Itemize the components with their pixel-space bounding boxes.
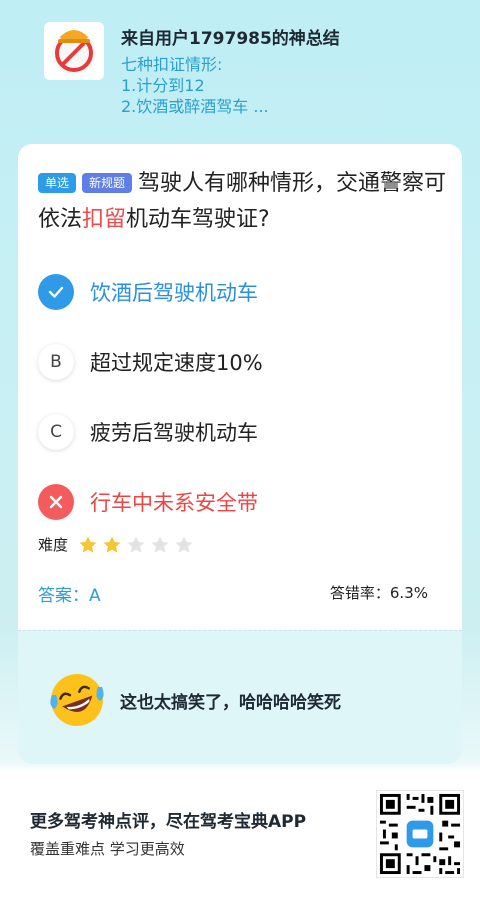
app-promo-footer: 更多驾考神点评，尽在驾考宝典APP 覆盖重难点 学习更高效 [0,780,480,897]
laughing-emoji-icon [50,674,104,726]
error-rate: 答错率：6.3% [330,582,428,603]
option-d-text: 行车中未系安全带 [90,491,258,515]
star-empty-icon [151,536,169,553]
question-text-end: 机动车驾驶证? [126,207,270,232]
summary-text: 七种扣证情形: 1.计分到12 2.饮酒或醉酒驾车 ... [121,54,461,117]
option-a-text: 饮酒后驾驶机动车 [90,281,258,305]
question-highlight: 扣留 [82,207,127,232]
option-a[interactable]: 饮酒后驾驶机动车 [38,272,258,312]
option-c[interactable]: C 疲劳后驾驶机动车 [38,412,258,452]
qr-code-icon [377,791,463,877]
option-c-letter: C [38,414,74,450]
option-c-text: 疲劳后驾驶机动车 [90,421,258,445]
avatar[interactable] [44,22,104,80]
star-icon [79,536,97,553]
option-d[interactable]: 行车中未系安全带 [38,482,258,522]
option-b[interactable]: B 超过规定速度10% [38,342,263,382]
new-rule-tag: 新规题 [82,173,133,193]
option-b-letter: B [38,344,74,380]
summary-line: 七种扣证情形: [121,55,223,74]
comment-text: 这也太搞笑了，哈哈哈哈笑死 [120,693,341,713]
promo-subtitle: 覆盖重难点 学习更高效 [30,840,185,858]
answer-label: 答案：A [38,586,101,606]
question-card: 单选 新规题 驾驶人有哪种情形，交通警察可依法扣留机动车驾驶证? 饮酒后驾驶机动车 … [18,144,462,764]
summary-author-title: 来自用户1797985的神总结 [121,29,340,49]
star-empty-icon [175,536,193,553]
summary-line: 1.计分到12 [121,76,205,95]
error-rate-value: 6.3% [389,584,428,602]
single-choice-tag: 单选 [38,173,77,193]
check-icon [38,274,74,310]
difficulty-rating: 难度 [38,534,198,555]
qr-code[interactable] [376,790,464,878]
summary-header: 来自用户1797985的神总结 七种扣证情形: 1.计分到12 2.饮酒或醉酒驾… [0,0,480,140]
cross-icon [38,484,74,520]
star-icon [103,536,121,553]
summary-line: 2.饮酒或醉酒驾车 ... [121,97,269,116]
question-text: 单选 新规题 驾驶人有哪种情形，交通警察可依法扣留机动车驾驶证? [38,166,448,238]
comment-section: 这也太搞笑了，哈哈哈哈笑死 [18,630,462,764]
difficulty-label: 难度 [38,536,69,554]
star-empty-icon [127,536,145,553]
avatar-no-sign-icon [52,30,96,75]
promo-title: 更多驾考神点评，尽在驾考宝典APP [30,812,307,832]
error-rate-label: 答错率： [329,584,390,602]
option-b-text: 超过规定速度10% [90,351,263,375]
